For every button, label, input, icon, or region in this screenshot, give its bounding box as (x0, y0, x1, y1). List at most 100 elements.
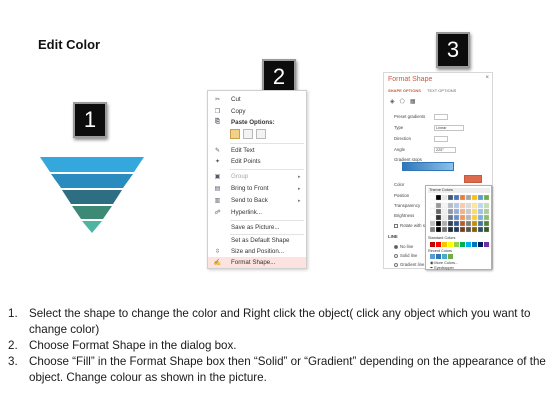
color-swatch[interactable] (459, 226, 466, 233)
color-swatch[interactable] (430, 195, 436, 201)
color-swatch[interactable] (436, 242, 441, 247)
color-swatch[interactable] (471, 202, 478, 209)
color-swatch[interactable] (483, 202, 490, 209)
color-swatch[interactable] (477, 226, 484, 233)
color-swatch[interactable] (483, 208, 490, 215)
menu-item-cut[interactable]: ✂ Cut (208, 94, 306, 105)
color-swatch[interactable] (453, 202, 460, 209)
menu-item-bring-to-front[interactable]: ▤ Bring to Front ▸ (208, 183, 306, 194)
paste-picture-icon[interactable] (243, 129, 253, 139)
pyramid-layer-5[interactable] (82, 221, 102, 233)
color-swatch[interactable] (477, 214, 484, 221)
color-swatch[interactable] (459, 208, 466, 215)
tab-shape-options[interactable]: SHAPE OPTIONS (388, 88, 421, 93)
color-swatch[interactable] (435, 226, 442, 233)
eyedropper-item[interactable]: ✒ Eyedropper (430, 265, 454, 270)
menu-item-copy[interactable]: ❐ Copy (208, 106, 306, 117)
color-swatch[interactable] (471, 226, 478, 233)
color-swatch[interactable] (465, 226, 472, 233)
color-swatch[interactable] (465, 220, 472, 227)
color-swatch[interactable] (471, 208, 478, 215)
color-swatch[interactable] (448, 242, 453, 247)
color-swatch[interactable] (442, 254, 447, 259)
color-swatch[interactable] (430, 214, 436, 221)
color-swatch[interactable] (466, 242, 471, 247)
pyramid-layer-3[interactable] (62, 190, 122, 204)
menu-item-hyperlink[interactable]: ☍ Hyperlink... (208, 207, 306, 218)
type-dropdown[interactable]: Linear (434, 124, 464, 131)
menu-item-size-and-position[interactable]: ⇳ Size and Position... (208, 246, 306, 257)
color-swatch[interactable] (471, 214, 478, 221)
color-swatch[interactable] (453, 214, 460, 221)
color-swatch[interactable] (447, 202, 454, 209)
color-swatch[interactable] (447, 208, 454, 215)
color-swatch[interactable] (483, 220, 490, 227)
gradient-stops-bar[interactable] (402, 162, 454, 171)
color-swatch[interactable] (477, 220, 484, 227)
color-swatch[interactable] (436, 254, 441, 259)
color-swatch[interactable] (442, 242, 447, 247)
paste-keep-formatting-icon[interactable] (230, 129, 240, 139)
color-swatch[interactable] (477, 202, 484, 209)
color-swatch[interactable] (459, 214, 466, 221)
color-swatch[interactable] (430, 220, 436, 227)
color-swatch[interactable] (447, 214, 454, 221)
size-properties-icon[interactable]: ▦ (410, 98, 416, 105)
color-swatch[interactable] (477, 208, 484, 215)
color-picker-button[interactable] (464, 175, 482, 183)
color-swatch[interactable] (441, 208, 448, 215)
color-swatch[interactable] (430, 242, 435, 247)
color-swatch[interactable] (459, 202, 466, 209)
preset-gradients-dropdown[interactable] (434, 113, 448, 120)
color-swatch[interactable] (448, 254, 453, 259)
close-icon[interactable]: × (485, 75, 489, 81)
theme-color-grid[interactable] (430, 195, 490, 235)
menu-item-send-to-back[interactable]: ▥ Send to Back ▸ (208, 195, 306, 206)
menu-item-format-shape[interactable]: ✍ Format Shape... (208, 257, 306, 268)
paste-text-only-icon[interactable] (256, 129, 266, 139)
color-swatch[interactable] (459, 195, 466, 201)
tab-text-options[interactable]: TEXT OPTIONS (427, 88, 456, 93)
color-swatch[interactable] (430, 226, 436, 233)
color-swatch[interactable] (435, 202, 442, 209)
direction-dropdown[interactable] (434, 135, 448, 142)
color-swatch[interactable] (435, 208, 442, 215)
menu-item-edit-text[interactable]: ✎ Edit Text (208, 145, 306, 156)
color-swatch[interactable] (447, 220, 454, 227)
color-swatch[interactable] (477, 195, 484, 201)
color-swatch[interactable] (447, 195, 454, 201)
color-swatch[interactable] (472, 242, 477, 247)
menu-item-edit-points[interactable]: ✦ Edit Points (208, 156, 306, 167)
color-swatch[interactable] (453, 195, 460, 201)
pyramid-layer-4[interactable] (72, 206, 112, 219)
standard-color-row[interactable] (430, 242, 490, 248)
color-swatch[interactable] (478, 242, 483, 247)
color-swatch[interactable] (453, 226, 460, 233)
menu-item-set-default-shape[interactable]: Set as Default Shape (208, 235, 306, 246)
color-swatch[interactable] (471, 220, 478, 227)
color-swatch[interactable] (471, 195, 478, 201)
color-swatch[interactable] (435, 220, 442, 227)
color-swatch[interactable] (441, 195, 448, 201)
color-swatch[interactable] (460, 242, 465, 247)
color-swatch[interactable] (465, 202, 472, 209)
color-swatch[interactable] (454, 242, 459, 247)
effects-icon[interactable]: ⬠ (400, 98, 405, 105)
color-swatch[interactable] (430, 202, 436, 209)
color-swatch[interactable] (465, 195, 472, 201)
inverted-pyramid-shape[interactable] (38, 155, 146, 235)
color-swatch[interactable] (483, 195, 490, 201)
color-swatch[interactable] (483, 214, 490, 221)
pyramid-layer-2[interactable] (51, 174, 133, 188)
color-swatch[interactable] (441, 202, 448, 209)
color-swatch[interactable] (459, 220, 466, 227)
color-swatch[interactable] (441, 214, 448, 221)
angle-input[interactable]: 225° (434, 146, 456, 153)
color-swatch[interactable] (483, 226, 490, 233)
color-swatch[interactable] (430, 254, 435, 259)
color-swatch[interactable] (453, 220, 460, 227)
color-swatch[interactable] (484, 242, 489, 247)
color-swatch[interactable] (465, 208, 472, 215)
fill-line-icon[interactable]: ◈ (390, 98, 395, 105)
menu-item-save-as-picture[interactable]: Save as Picture... (208, 222, 306, 233)
